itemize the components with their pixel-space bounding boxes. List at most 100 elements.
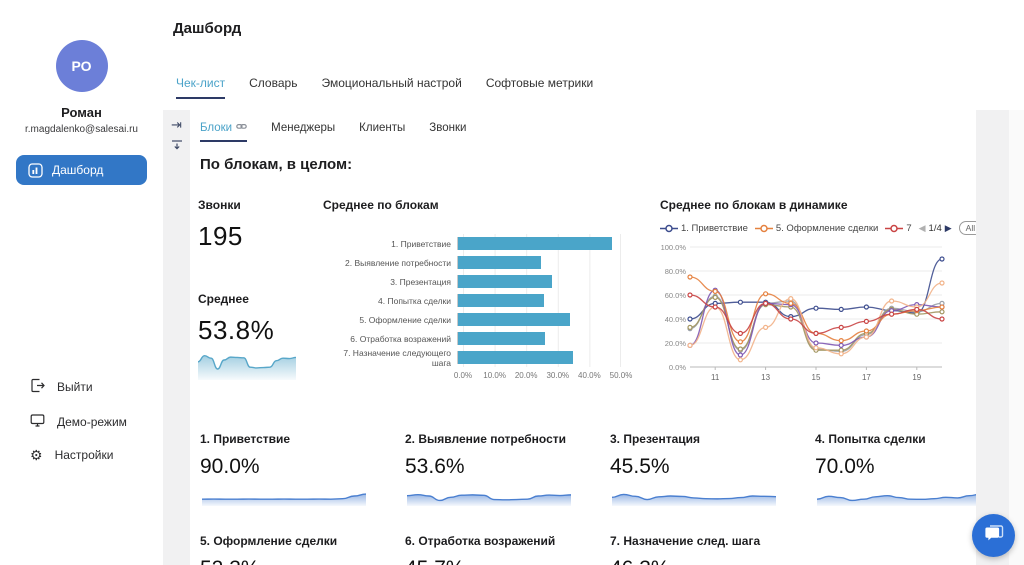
top-tabs: Чек-лист Словарь Эмоциональный настрой С… xyxy=(176,76,593,99)
tab-blocks[interactable]: Блоки xyxy=(200,122,247,142)
average-sparkline xyxy=(196,338,298,380)
line-series[interactable] xyxy=(688,281,944,362)
tab-checklist[interactable]: Чек-лист xyxy=(176,76,225,99)
sidebar-item-dashboard[interactable]: Дашборд xyxy=(16,155,147,185)
metric-card-value: 45.7% xyxy=(405,557,573,565)
metric-card-title: 2. Выявление потребности xyxy=(405,432,573,446)
bar[interactable] xyxy=(458,256,541,269)
bar-track xyxy=(457,351,615,364)
tab-dictionary[interactable]: Словарь xyxy=(249,76,297,99)
legend-all-button[interactable]: All xyxy=(959,221,976,235)
bar-chart-title: Среднее по блокам xyxy=(323,198,653,212)
gear-icon: ⚙ xyxy=(30,448,43,462)
collapse-panel-icon[interactable]: ⇥ xyxy=(171,118,182,131)
calls-value: 195 xyxy=(198,221,243,252)
legend-label: 7 xyxy=(906,223,911,234)
logout-icon xyxy=(30,378,45,396)
metric-card-value: 53.6% xyxy=(405,455,573,479)
svg-text:13: 13 xyxy=(761,373,770,382)
sidebar-item-demo-mode[interactable]: Демо-режим xyxy=(30,413,127,431)
svg-text:11: 11 xyxy=(711,373,720,382)
metric-card-sparkline xyxy=(405,484,573,506)
metric-card: 7. Назначение след. шага46.3% xyxy=(610,534,778,565)
avatar[interactable]: РО xyxy=(56,40,108,92)
legend-item[interactable]: 7 xyxy=(885,223,911,234)
metric-card-value: 45.5% xyxy=(610,455,778,479)
svg-text:80.0%: 80.0% xyxy=(665,267,687,276)
sidebar-item-settings[interactable]: ⚙ Настройки xyxy=(30,448,127,462)
line-chart-legend: 1. Приветствие 5. Оформление сделки 7 ◀1/4▶… xyxy=(660,221,972,235)
line-chart: 0.0%20.0%40.0%60.0%80.0%100.0%1113151719 xyxy=(660,239,950,391)
metric-card: 3. Презентация45.5% xyxy=(610,432,778,511)
bar[interactable] xyxy=(458,313,570,326)
pager-next-icon[interactable]: ▶ xyxy=(945,223,952,234)
line-chart-title: Среднее по блокам в динамике xyxy=(660,198,972,212)
bar-row: 5. Оформление сделки xyxy=(323,310,653,329)
bar-category-label: 3. Презентация xyxy=(323,277,457,287)
metric-card-value: 70.0% xyxy=(815,455,976,479)
bar-category-label: 5. Оформление сделки xyxy=(323,315,457,325)
bar-track xyxy=(457,256,615,269)
legend-marker-icon xyxy=(755,224,773,233)
tab-clients[interactable]: Клиенты xyxy=(359,122,405,142)
average-label: Среднее xyxy=(198,292,274,306)
metric-card-title: 7. Назначение след. шага xyxy=(610,534,778,548)
link-icon[interactable] xyxy=(236,122,247,134)
legend-label: 5. Оформление сделки xyxy=(776,223,878,234)
calls-label: Звонки xyxy=(198,198,243,212)
bar-track xyxy=(457,237,615,250)
metric-card-sparkline xyxy=(815,484,976,506)
svg-text:100.0%: 100.0% xyxy=(661,243,687,252)
legend-item[interactable]: 5. Оформление сделки xyxy=(755,223,878,234)
bar-category-label: 1. Приветствие xyxy=(323,239,457,249)
legend-item[interactable]: 1. Приветствие xyxy=(660,223,748,234)
pager-page: 1/4 xyxy=(929,223,942,234)
svg-text:20.0%: 20.0% xyxy=(665,339,687,348)
svg-text:19: 19 xyxy=(912,373,921,382)
bar-chart-block: Среднее по блокам 1. Приветствие2. Выявл… xyxy=(323,198,653,383)
bar-chart-x-axis: 0.0%10.0%20.0%30.0%40.0%50.0% xyxy=(463,371,621,383)
bar-x-tick: 30.0% xyxy=(546,371,569,380)
sidebar-item-logout[interactable]: Выйти xyxy=(30,378,127,396)
calls-stat: Звонки 195 xyxy=(198,198,243,252)
content-panel: ⇥ Блоки Менеджеры Клиенты Звонки По блок… xyxy=(163,110,1009,565)
legend-pager: ◀1/4▶ xyxy=(919,223,952,234)
tab-soft-metrics[interactable]: Софтовые метрики xyxy=(486,76,593,99)
metric-card: 5. Оформление сделки52.3% xyxy=(200,534,368,565)
metric-card-title: 1. Приветствие xyxy=(200,432,368,446)
logout-label: Выйти xyxy=(57,380,93,394)
bar-x-tick: 50.0% xyxy=(610,371,633,380)
metric-card-title: 5. Оформление сделки xyxy=(200,534,368,548)
tab-managers[interactable]: Менеджеры xyxy=(271,122,335,142)
pager-prev-icon[interactable]: ◀ xyxy=(919,223,926,234)
chat-widget-button[interactable] xyxy=(972,514,1015,557)
demo-mode-label: Демо-режим xyxy=(57,415,127,429)
bar[interactable] xyxy=(458,275,552,288)
bar-x-tick: 0.0% xyxy=(454,371,472,380)
sidebar-footer: Выйти Демо-режим ⚙ Настройки xyxy=(30,378,127,462)
tab-calls[interactable]: Звонки xyxy=(429,122,466,142)
metric-card: 1. Приветствие90.0% xyxy=(200,432,368,511)
panel-rail: ⇥ xyxy=(163,110,190,565)
legend-marker-icon xyxy=(660,224,678,233)
bar-track xyxy=(457,313,615,326)
bar[interactable] xyxy=(458,351,573,364)
bar-track xyxy=(457,332,615,345)
dashboard-card: Блоки Менеджеры Клиенты Звонки По блокам… xyxy=(190,110,976,565)
chat-icon xyxy=(983,522,1005,549)
metric-card: 4. Попытка сделки70.0% xyxy=(815,432,976,511)
bar[interactable] xyxy=(458,294,544,307)
bar-category-label: 6. Отработка возражений xyxy=(323,334,457,344)
bar[interactable] xyxy=(458,332,545,345)
svg-text:17: 17 xyxy=(862,373,871,382)
dashboard-icon xyxy=(28,163,43,178)
filter-icon[interactable] xyxy=(171,139,183,153)
metric-card: 2. Выявление потребности 53.6% xyxy=(405,432,573,511)
legend-marker-icon xyxy=(885,224,903,233)
metric-card-sparkline xyxy=(610,484,778,506)
tab-emotional[interactable]: Эмоциональный настрой xyxy=(321,76,461,99)
avatar-initials: РО xyxy=(71,58,91,74)
page-title: Дашборд xyxy=(173,20,241,37)
bar[interactable] xyxy=(458,237,612,250)
user-email: r.magdalenko@salesai.ru xyxy=(0,124,163,135)
